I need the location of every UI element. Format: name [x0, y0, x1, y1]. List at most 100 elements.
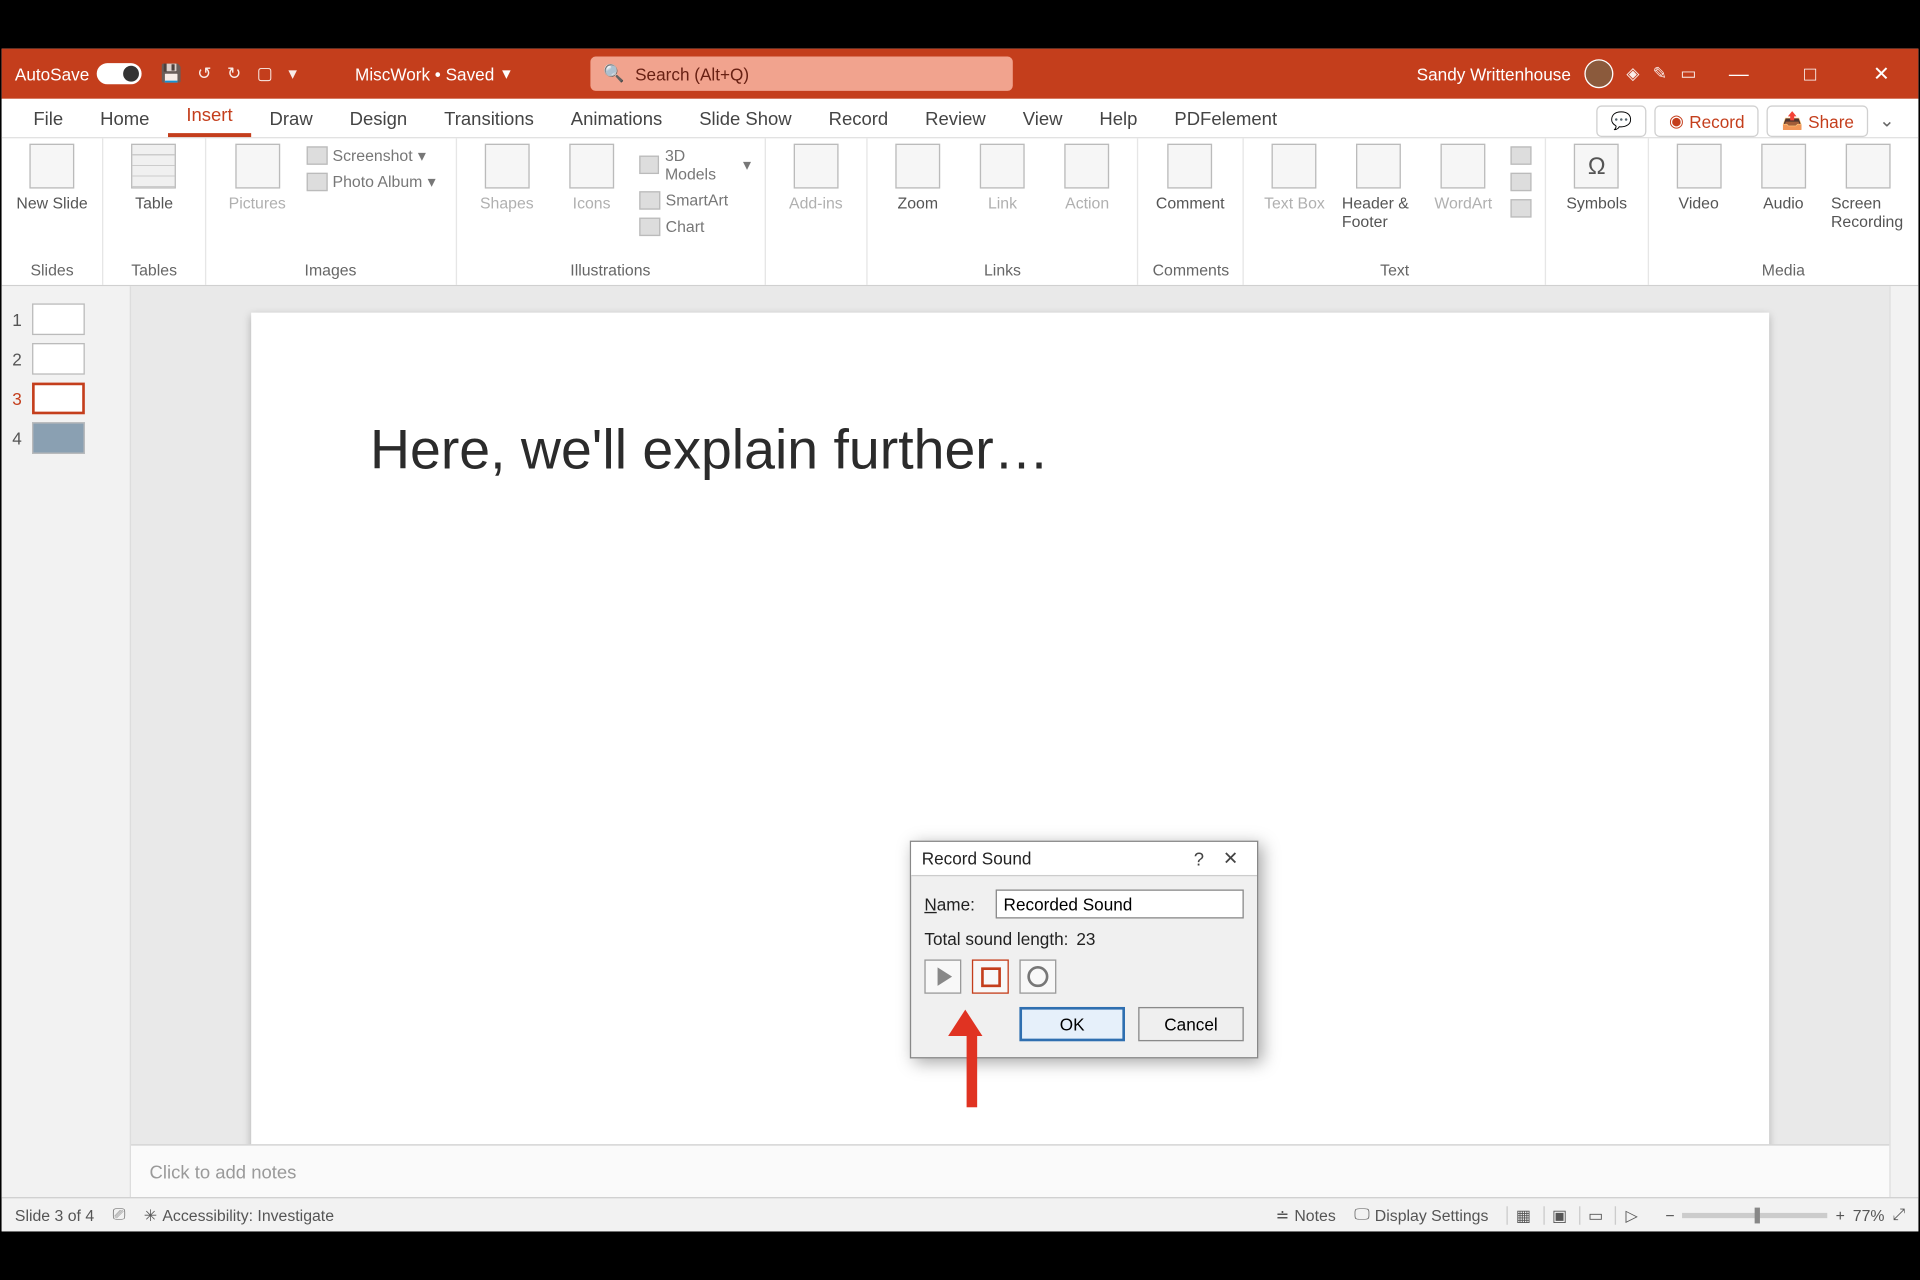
zoom-button[interactable]: Zoom [881, 144, 955, 213]
status-bar: Slide 3 of 4 ⎚ ✳ Accessibility: Investig… [2, 1197, 1919, 1231]
close-button[interactable]: ✕ [1852, 62, 1910, 86]
tab-record[interactable]: Record [810, 100, 907, 137]
smartart-button[interactable]: SmartArt [639, 189, 751, 213]
stop-button[interactable] [972, 959, 1009, 993]
title-dropdown-icon[interactable]: ▾ [502, 63, 511, 84]
thumbnail-1[interactable]: 1 [2, 299, 130, 339]
qat-more-icon[interactable]: ▾ [288, 63, 297, 84]
spellcheck-status[interactable]: ⎚ [113, 1205, 126, 1225]
tab-insert[interactable]: Insert [168, 96, 251, 137]
header-footer-button[interactable]: Header & Footer [1342, 144, 1416, 231]
shapes-button[interactable]: Shapes [470, 144, 544, 213]
sorter-view-icon[interactable]: ▣ [1543, 1206, 1575, 1224]
ribbon-mode-icon[interactable]: ▭ [1680, 63, 1696, 84]
shapes-icon [484, 144, 529, 189]
action-icon [1065, 144, 1110, 189]
thumbnail-4[interactable]: 4 [2, 418, 130, 458]
tab-animations[interactable]: Animations [552, 100, 680, 137]
screenshot-button[interactable]: Screenshot ▾ [306, 144, 435, 168]
cancel-button[interactable]: Cancel [1138, 1007, 1244, 1041]
thumbnail-2-preview [32, 343, 85, 375]
3d-models-button[interactable]: 3D Models ▾ [639, 144, 751, 186]
new-slide-button[interactable]: New Slide [15, 144, 89, 213]
slide-counter[interactable]: Slide 3 of 4 [15, 1206, 94, 1224]
diamond-icon[interactable]: ◈ [1626, 63, 1639, 84]
notes-pane[interactable]: Click to add notes [131, 1144, 1889, 1197]
tab-help[interactable]: Help [1081, 100, 1156, 137]
slide-number-button[interactable] [1511, 170, 1532, 194]
pen-icon[interactable]: ✎ [1653, 63, 1667, 84]
search-box[interactable]: 🔍 Search (Alt+Q) [590, 57, 1012, 91]
dialog-help-button[interactable]: ? [1183, 848, 1215, 869]
user-name[interactable]: Sandy Writtenhouse [1417, 64, 1571, 84]
maximize-button[interactable]: □ [1781, 62, 1839, 84]
thumbnail-4-preview [32, 422, 85, 454]
record-button[interactable] [1019, 959, 1056, 993]
zoom-out-button[interactable]: − [1665, 1206, 1674, 1224]
zoom-percent[interactable]: 77% [1853, 1206, 1885, 1224]
redo-icon[interactable]: ↻ [227, 63, 241, 84]
title-bar: AutoSave 💾 ↺ ↻ ▢ ▾ MiscWork • Saved ▾ 🔍 … [2, 49, 1919, 99]
tab-file[interactable]: File [15, 100, 82, 137]
fit-to-window-icon[interactable]: ⤢ [1892, 1205, 1905, 1225]
play-button[interactable] [924, 959, 961, 993]
tab-slideshow[interactable]: Slide Show [681, 100, 810, 137]
symbols-button[interactable]: ΩSymbols [1560, 144, 1634, 213]
accessibility-status[interactable]: ✳ Accessibility: Investigate [144, 1206, 334, 1224]
vertical-scrollbar[interactable] [1889, 286, 1918, 1197]
slideshow-view-icon[interactable]: ▷ [1615, 1206, 1647, 1224]
zoom-in-button[interactable]: + [1836, 1206, 1845, 1224]
tab-review[interactable]: Review [907, 100, 1005, 137]
comments-pill[interactable]: 💬 [1596, 105, 1646, 137]
dialog-close-button[interactable]: ✕ [1215, 847, 1247, 869]
slide-title[interactable]: Here, we'll explain further… [370, 418, 1049, 481]
addins-button[interactable]: Add-ins [779, 144, 853, 213]
zoom-slider[interactable] [1682, 1212, 1827, 1217]
table-button[interactable]: Table [117, 144, 191, 213]
undo-icon[interactable]: ↺ [197, 63, 211, 84]
icons-button[interactable]: Icons [555, 144, 629, 213]
3d-models-icon [639, 156, 659, 174]
slide-number-icon [1511, 173, 1532, 191]
date-time-button[interactable] [1511, 144, 1532, 168]
group-tables-label: Tables [117, 259, 191, 285]
collapse-ribbon-icon[interactable]: ⌄ [1869, 104, 1906, 137]
autosave-toggle[interactable]: AutoSave [15, 63, 142, 84]
pictures-button[interactable]: Pictures [219, 144, 296, 213]
tab-transitions[interactable]: Transitions [426, 100, 553, 137]
notes-toggle[interactable]: ≐ Notes [1276, 1206, 1336, 1224]
comment-button[interactable]: Comment [1152, 144, 1229, 213]
chart-button[interactable]: Chart [639, 215, 751, 239]
name-input[interactable] [996, 889, 1244, 918]
link-button[interactable]: Link [965, 144, 1039, 213]
tab-design[interactable]: Design [331, 100, 426, 137]
autosave-switch-icon[interactable] [97, 63, 142, 84]
audio-button[interactable]: Audio [1746, 144, 1820, 213]
screen-recording-button[interactable]: Screen Recording [1831, 144, 1905, 231]
action-button[interactable]: Action [1050, 144, 1124, 213]
display-settings[interactable]: 🖵 Display Settings [1354, 1205, 1488, 1225]
wordart-button[interactable]: WordArt [1426, 144, 1500, 213]
thumbnail-3[interactable]: 3 [2, 379, 130, 419]
sound-length-value: 23 [1076, 929, 1095, 949]
photo-album-button[interactable]: Photo Album ▾ [306, 170, 435, 194]
minimize-button[interactable]: — [1710, 62, 1768, 84]
tab-pdfelement[interactable]: PDFelement [1156, 100, 1296, 137]
tab-view[interactable]: View [1004, 100, 1081, 137]
tab-draw[interactable]: Draw [251, 100, 331, 137]
ok-button[interactable]: OK [1019, 1007, 1125, 1041]
user-avatar-icon[interactable] [1584, 59, 1613, 88]
object-button[interactable] [1511, 196, 1532, 220]
video-button[interactable]: Video [1662, 144, 1736, 213]
present-icon[interactable]: ▢ [257, 63, 273, 84]
record-pill[interactable]: ◉Record [1654, 105, 1759, 137]
thumbnail-2[interactable]: 2 [2, 339, 130, 379]
document-title[interactable]: MiscWork • Saved [355, 64, 494, 84]
reading-view-icon[interactable]: ▭ [1579, 1206, 1611, 1224]
normal-view-icon[interactable]: ▦ [1507, 1206, 1539, 1224]
save-icon[interactable]: 💾 [161, 63, 182, 84]
photo-album-icon [306, 173, 327, 191]
share-pill[interactable]: 📤Share [1767, 105, 1868, 137]
tab-home[interactable]: Home [82, 100, 168, 137]
textbox-button[interactable]: Text Box [1258, 144, 1332, 213]
